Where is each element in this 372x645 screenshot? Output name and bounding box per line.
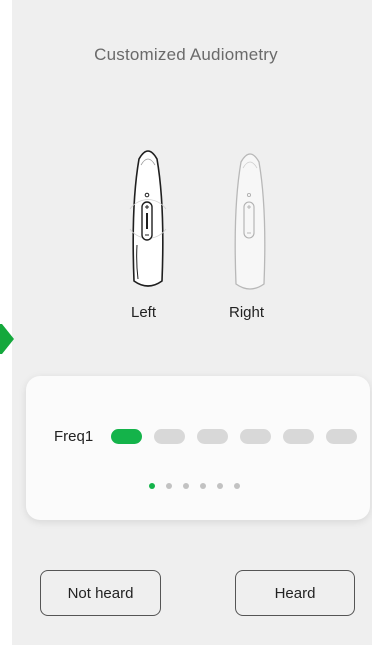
page-dot-4[interactable] — [200, 483, 206, 489]
page-dot-5[interactable] — [217, 483, 223, 489]
level-segment-6[interactable] — [326, 429, 357, 444]
left-hearing-aid[interactable] — [128, 145, 168, 291]
level-segment-2[interactable] — [154, 429, 185, 444]
frequency-card: Freq1 — [26, 376, 370, 520]
frequency-label: Freq1 — [54, 428, 94, 445]
level-segment-4[interactable] — [240, 429, 271, 444]
heard-button[interactable]: Heard — [235, 570, 355, 616]
page-dot-6[interactable] — [234, 483, 240, 489]
right-hearing-aid[interactable] — [230, 148, 270, 294]
hearing-aid-right-icon — [234, 153, 266, 290]
hearing-aid-left-icon — [129, 150, 167, 287]
page-dot-3[interactable] — [183, 483, 189, 489]
page-dot-2[interactable] — [166, 483, 172, 489]
left-label: Left — [131, 304, 157, 321]
not-heard-button[interactable]: Not heard — [40, 570, 161, 616]
level-segment-1[interactable] — [111, 429, 142, 444]
page-dot-1[interactable] — [149, 483, 155, 489]
right-label: Right — [229, 304, 265, 321]
page-title: Customized Audiometry — [94, 45, 278, 64]
level-segment-3[interactable] — [197, 429, 228, 444]
main-panel — [12, 0, 372, 645]
level-segment-5[interactable] — [283, 429, 314, 444]
